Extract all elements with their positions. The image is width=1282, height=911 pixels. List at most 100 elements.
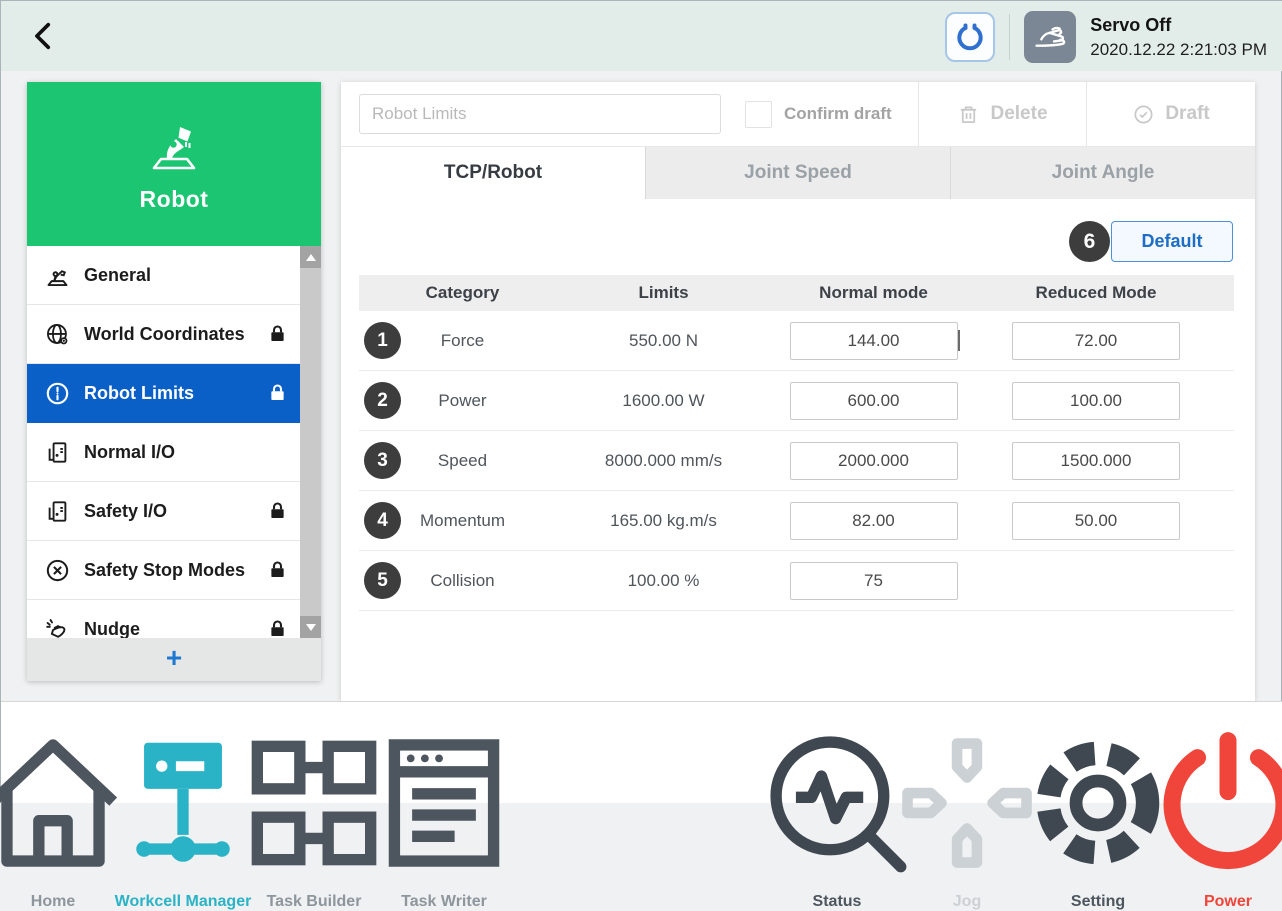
normal-mode-input[interactable]: [790, 502, 958, 540]
normal-mode-input[interactable]: [790, 382, 958, 420]
delete-button[interactable]: Delete: [919, 82, 1086, 146]
robot-mode-button[interactable]: [945, 12, 995, 62]
tab-label: Joint Speed: [744, 162, 852, 184]
category-label: Speed: [438, 451, 487, 471]
normal-mode-input[interactable]: [790, 562, 958, 600]
column-header-normal-mode: Normal mode: [761, 283, 986, 303]
bottom-navigation: Home Workcell Manager Task Builder Task …: [1, 701, 1282, 803]
robot-limits-panel: Confirm draft Delete Draft TCP/Robot Joi…: [341, 82, 1255, 701]
name-input[interactable]: [359, 94, 721, 134]
tab-joint-angle[interactable]: Joint Angle: [950, 147, 1255, 199]
sidebar-item-label: Safety Stop Modes: [84, 560, 254, 581]
lock-icon: [267, 500, 288, 523]
reduced-mode-input[interactable]: [1012, 322, 1180, 360]
power-icon: [1143, 718, 1282, 888]
nav-item-task-writer[interactable]: Task Writer: [359, 718, 529, 911]
lock-icon: [267, 323, 288, 346]
tab-tcp-robot[interactable]: TCP/Robot: [341, 147, 645, 199]
limits-table: Category Limits Normal mode Reduced Mode…: [359, 275, 1234, 611]
back-button[interactable]: [21, 13, 67, 59]
manual-mode-indicator: [1024, 11, 1076, 63]
draft-label: Draft: [1165, 103, 1209, 125]
gripper-icon: [954, 21, 986, 53]
io-port-icon: [44, 498, 71, 525]
confirm-draft-control[interactable]: Confirm draft: [745, 82, 892, 146]
nav-item-label: Task Writer: [359, 893, 529, 911]
annotation-badge: 5: [364, 562, 401, 599]
limits-tabs: TCP/Robot Joint Speed Joint Angle: [341, 146, 1255, 199]
limit-value: 8000.000 mm/s: [605, 451, 722, 471]
category-label: Force: [441, 331, 484, 351]
plus-icon: +: [166, 644, 182, 672]
manual-hand-icon: [1031, 18, 1069, 56]
tab-joint-speed[interactable]: Joint Speed: [645, 147, 950, 199]
servo-info: Servo Off 2020.12.22 2:21:03 PM: [1090, 14, 1267, 60]
limit-value: 1600.00 W: [622, 391, 704, 411]
annotation-badge: 4: [364, 502, 401, 539]
text-caret: [958, 330, 960, 351]
annotation-badge: 2: [364, 382, 401, 419]
triangle-up-icon: [306, 254, 316, 261]
top-bar: Servo Off 2020.12.22 2:21:03 PM: [1, 1, 1282, 71]
add-workcell-item-button[interactable]: +: [27, 638, 321, 681]
tab-label: Joint Angle: [1052, 162, 1155, 184]
reduced-mode-input[interactable]: [1012, 502, 1180, 540]
sidebar-scrollbar[interactable]: [300, 246, 321, 638]
confirm-draft-label: Confirm draft: [784, 104, 892, 124]
table-row-speed: 3 Speed 8000.000 mm/s: [359, 431, 1234, 491]
sidebar-title: Robot: [140, 186, 209, 213]
sidebar-header: Robot: [27, 82, 321, 246]
topbar-divider: [1009, 14, 1010, 60]
sidebar-item-nudge[interactable]: Nudge: [27, 600, 300, 638]
back-chevron-icon: [27, 19, 61, 53]
sidebar-item-general[interactable]: General: [27, 246, 300, 305]
normal-mode-input[interactable]: [790, 322, 958, 360]
limit-value: 550.00 N: [629, 331, 698, 351]
category-label: Power: [438, 391, 486, 411]
category-label: Momentum: [420, 511, 505, 531]
nav-item-label: Power: [1143, 893, 1282, 911]
annotation-badge: 1: [364, 322, 401, 359]
robot-arm-icon: [44, 262, 71, 289]
table-body: 1 Force 550.00 N 2 Power 1600.00 W 3 Spe…: [359, 311, 1234, 611]
lock-icon: [267, 618, 288, 639]
sidebar-item-world-coordinates[interactable]: World Coordinates: [27, 305, 300, 364]
default-button[interactable]: Default: [1111, 221, 1233, 262]
sidebar-item-label: Normal I/O: [84, 442, 254, 463]
sidebar-item-label: World Coordinates: [84, 324, 254, 345]
table-row-collision: 5 Collision 100.00 %: [359, 551, 1234, 611]
globe-icon: [44, 321, 71, 348]
limits-circle-icon: [44, 380, 71, 407]
robot-arm-large-icon: [142, 116, 206, 176]
nudge-hand-icon: [44, 616, 71, 639]
scroll-down-button[interactable]: [300, 616, 321, 638]
column-header-category: Category: [359, 283, 566, 303]
sidebar-item-safety-stop-modes[interactable]: Safety Stop Modes: [27, 541, 300, 600]
reduced-mode-input[interactable]: [1012, 442, 1180, 480]
table-row-power: 2 Power 1600.00 W: [359, 371, 1234, 431]
tcp-robot-tab-content: 6 Default Category Limits Normal mode Re…: [341, 199, 1255, 702]
sidebar-item-safety-i-o[interactable]: Safety I/O: [27, 482, 300, 541]
confirm-draft-checkbox[interactable]: [745, 101, 772, 128]
io-port-icon: [44, 439, 71, 466]
check-circle-icon: [1132, 103, 1155, 126]
table-row-momentum: 4 Momentum 165.00 kg.m/s: [359, 491, 1234, 551]
column-header-reduced-mode: Reduced Mode: [986, 283, 1234, 303]
task-writer-icon: [359, 718, 529, 888]
category-label: Collision: [430, 571, 494, 591]
trash-icon: [957, 103, 980, 126]
normal-mode-input[interactable]: [790, 442, 958, 480]
panel-toolbar: Confirm draft Delete Draft: [341, 82, 1255, 146]
draft-button[interactable]: Draft: [1087, 82, 1255, 146]
annotation-badge-6: 6: [1069, 221, 1110, 262]
servo-datetime: 2020.12.22 2:21:03 PM: [1090, 39, 1267, 60]
sidebar-item-normal-i-o[interactable]: Normal I/O: [27, 423, 300, 482]
limit-value: 100.00 %: [628, 571, 700, 591]
nav-item-power[interactable]: Power: [1143, 718, 1282, 911]
annotation-badge: 3: [364, 442, 401, 479]
sidebar-item-label: Nudge: [84, 619, 254, 639]
sidebar-item-robot-limits[interactable]: Robot Limits: [27, 364, 300, 423]
scroll-up-button[interactable]: [300, 246, 321, 268]
column-header-limits: Limits: [566, 283, 761, 303]
reduced-mode-input[interactable]: [1012, 382, 1180, 420]
